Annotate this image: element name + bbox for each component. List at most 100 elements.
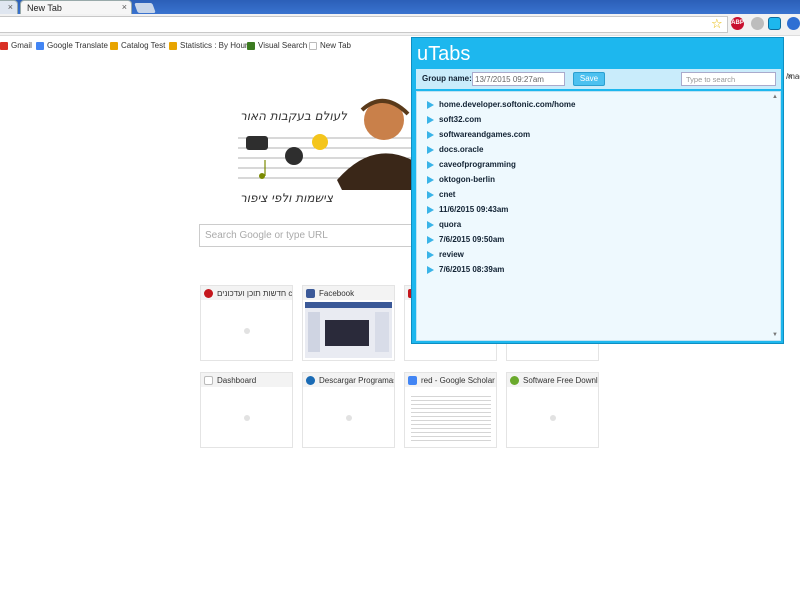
softpedia-icon [510, 376, 519, 385]
play-triangle-icon [427, 205, 434, 214]
bookmark-label: Visual Search [258, 41, 308, 50]
utabs-item-label: soft32.com [439, 115, 482, 124]
play-triangle-icon [427, 235, 434, 244]
play-triangle-icon [427, 130, 434, 139]
tab-previous[interactable]: × [0, 0, 18, 14]
scroll-down-icon[interactable]: ▼ [772, 332, 778, 338]
translate-icon [36, 41, 44, 50]
utabs-list-item[interactable]: cnet [427, 190, 455, 199]
utabs-list-item[interactable]: review [427, 250, 464, 259]
utabs-item-label: caveofprogramming [439, 160, 516, 169]
utabs-item-label: review [439, 250, 464, 259]
adblock-icon[interactable]: ABP [731, 17, 744, 30]
tile-facebook[interactable]: Facebook [302, 285, 395, 361]
browser-toolbar [0, 14, 800, 36]
utabs-list-item[interactable]: oktogon-berlin [427, 175, 495, 184]
utabs-list: ▲ home.developer.softonic.com/home soft3… [416, 91, 781, 341]
save-button[interactable]: Save [573, 72, 605, 86]
utabs-list-item[interactable]: 7/6/2015 09:50am [427, 235, 504, 244]
bookmark-label: New Tab [320, 41, 351, 50]
doodle-letter-g [246, 136, 268, 150]
tile-title: Facebook [319, 289, 355, 298]
tab-new-tab-label: New Tab [27, 3, 62, 13]
utabs-list-item[interactable]: 7/6/2015 08:39am [427, 265, 504, 274]
bookmark-catalog-test[interactable]: Catalog Test [110, 41, 165, 50]
tile-google-scholar[interactable]: red - Google Scholar [404, 372, 497, 448]
utabs-list-item[interactable]: 11/6/2015 09:43am [427, 205, 508, 214]
tile-title: Descargar Programas [319, 376, 394, 385]
google-search-input[interactable]: Search Google or type URL [199, 224, 414, 247]
truncated-text: /mag [786, 72, 800, 81]
utabs-list-item[interactable]: docs.oracle [427, 145, 483, 154]
bookmark-statistics[interactable]: Statistics : By Hour [169, 41, 248, 50]
bookmark-gmail[interactable]: Gmail [0, 41, 32, 50]
google-scholar-icon [408, 376, 417, 385]
bookmark-google-translate[interactable]: Google Translate [36, 41, 108, 50]
utabs-list-item[interactable]: caveofprogramming [427, 160, 516, 169]
utabs-item-label: home.developer.softonic.com/home [439, 100, 576, 109]
utabs-list-item[interactable]: home.developer.softonic.com/home [427, 100, 575, 109]
tile-title: red - Google Scholar [421, 376, 495, 385]
play-triangle-icon [427, 100, 434, 109]
bookmark-visual-search[interactable]: Visual Search [247, 41, 307, 50]
utabs-item-label: 7/6/2015 08:39am [439, 265, 505, 274]
group-name-input[interactable]: 13/7/2015 09:27am [472, 72, 565, 86]
utabs-popup: uTabs Group name: 13/7/2015 09:27am Save… [411, 37, 784, 344]
new-tab-button[interactable] [134, 3, 156, 13]
utabs-item-label: docs.oracle [439, 145, 484, 154]
tile-placeholder-dot [244, 328, 250, 334]
utabs-extension-icon[interactable] [768, 17, 781, 30]
bookmark-label: Catalog Test [121, 41, 166, 50]
utabs-item-label: cnet [439, 190, 456, 199]
page-icon [204, 376, 213, 385]
softonic-icon [306, 376, 315, 385]
utabs-list-item[interactable]: quora [427, 220, 461, 229]
tile-placeholder-dot [346, 415, 352, 421]
utabs-list-item[interactable]: softwareandgames.com [427, 130, 530, 139]
tab-new-tab[interactable]: New Tab × [20, 0, 132, 14]
play-triangle-icon [427, 160, 434, 169]
tab-previous-close-icon[interactable]: × [8, 2, 13, 12]
utabs-item-label: softwareandgames.com [439, 130, 531, 139]
doodle-letter-o [285, 147, 303, 165]
bookmark-label: Gmail [11, 41, 32, 50]
tab-new-tab-close-icon[interactable]: × [122, 2, 127, 12]
utabs-item-label: oktogon-berlin [439, 175, 495, 184]
extension-gray-icon[interactable] [751, 17, 764, 30]
group-name-label: Group name: [422, 74, 472, 83]
bookmark-star-icon[interactable]: ☆ [711, 16, 723, 32]
utabs-item-label: 11/6/2015 09:43am [439, 205, 509, 214]
doodle-sun-icon [312, 134, 328, 150]
title-bar: × New Tab × [0, 0, 800, 14]
visual-search-icon [247, 41, 255, 50]
extension-blue-icon[interactable] [787, 17, 800, 30]
address-bar[interactable] [0, 16, 728, 33]
play-triangle-icon [427, 115, 434, 124]
play-triangle-icon [427, 250, 434, 259]
utabs-group-bar: Group name: 13/7/2015 09:27am Save Type … [416, 69, 781, 89]
utabs-title: uTabs [417, 43, 471, 65]
folder-icon [169, 41, 177, 50]
play-triangle-icon [427, 175, 434, 184]
utabs-list-item[interactable]: soft32.com [427, 115, 481, 124]
tile-cnet[interactable]: חדשות תוכן ועדכונים cnet [200, 285, 293, 361]
scroll-up-icon[interactable]: ▲ [772, 94, 778, 100]
play-triangle-icon [427, 145, 434, 154]
search-tabs-input[interactable]: Type to search [681, 72, 776, 86]
tile-software-free-download[interactable]: Software Free Download [506, 372, 599, 448]
bookmark-new-tab[interactable]: New Tab [309, 41, 351, 50]
tile-descargar-programas[interactable]: Descargar Programas [302, 372, 395, 448]
doodle-text-top: לעולם בעקבות האור [240, 109, 348, 123]
play-triangle-icon [427, 265, 434, 274]
tile-placeholder-dot [244, 415, 250, 421]
play-triangle-icon [427, 220, 434, 229]
tile-title: חדשות תוכן ועדכונים cnet [217, 289, 292, 298]
doodle-portrait-body [337, 153, 412, 190]
tile-title: Software Free Download [523, 376, 598, 385]
google-doodle[interactable]: לעולם בעקבות האור צישמות ולפי ציפור [232, 90, 422, 215]
tile-dashboard[interactable]: Dashboard [200, 372, 293, 448]
folder-icon [110, 41, 118, 50]
utabs-item-label: 7/6/2015 09:50am [439, 235, 505, 244]
utabs-item-label: quora [439, 220, 462, 229]
bookmark-label: Google Translate [47, 41, 108, 50]
